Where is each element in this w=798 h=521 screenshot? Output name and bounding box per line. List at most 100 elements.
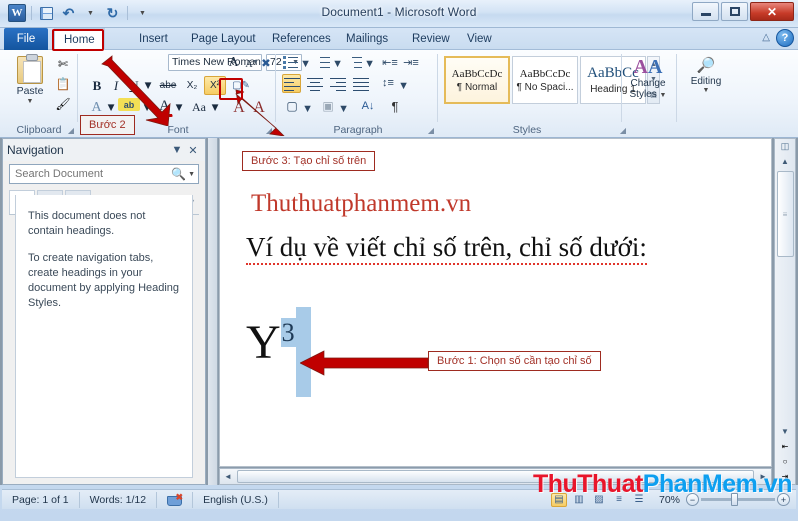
maximize-button[interactable] [721, 2, 748, 21]
cut-icon[interactable]: ✄ [54, 55, 72, 72]
italic-button[interactable]: I [108, 76, 124, 95]
tab-insert[interactable]: Insert [130, 28, 177, 50]
text-effects-icon[interactable]: ▢✎ [230, 76, 252, 95]
justify-icon[interactable] [351, 74, 370, 93]
increase-indent-icon[interactable]: ⇥≡ [402, 53, 420, 71]
strikethrough-button[interactable]: abe [156, 76, 180, 95]
font-dialog-launcher[interactable]: ◢ [266, 126, 272, 135]
align-left-icon[interactable] [282, 74, 301, 93]
scroll-down-icon[interactable]: ▼ [776, 424, 794, 439]
font-color-button[interactable]: A [156, 98, 173, 117]
paragraph-dialog-launcher[interactable]: ◢ [428, 126, 434, 135]
shading-icon[interactable]: ▢ [282, 97, 302, 115]
previous-page-icon[interactable]: ⇤ [777, 439, 793, 454]
tab-page-layout[interactable]: Page Layout [182, 28, 265, 50]
highlight-dropdown-icon[interactable]: ▼ [141, 98, 152, 117]
change-styles-button[interactable]: AA Change Styles ▼ [624, 56, 672, 116]
decrease-indent-icon[interactable]: ⇤≡ [381, 53, 399, 71]
multilevel-list-icon[interactable] [346, 53, 364, 71]
line-spacing-icon[interactable]: ↕≡ [378, 74, 398, 92]
select-browse-object-icon[interactable]: ○ [777, 454, 793, 469]
chevron-up-icon[interactable]: △ [762, 32, 770, 43]
group-clipboard: Paste ▼ ✄ 📋 🖌 Clipboard ◢ [0, 50, 78, 138]
underline-dropdown-icon[interactable]: ▼ [142, 76, 153, 95]
shrink-font-button[interactable]: A [242, 55, 256, 74]
split-bar-icon[interactable]: ◫ [776, 139, 794, 154]
numbering-icon[interactable] [314, 53, 332, 71]
document-formula: Y3 [246, 316, 296, 369]
status-language[interactable]: English (U.S.) [193, 491, 279, 508]
align-center-icon[interactable] [305, 74, 324, 93]
superscript-button[interactable]: X² [204, 76, 226, 95]
help-icon[interactable]: ? [776, 29, 794, 47]
borders-dropdown-icon[interactable]: ▼ [338, 100, 349, 118]
line-spacing-dropdown-icon[interactable]: ▼ [398, 77, 409, 95]
sort-icon[interactable]: A↓ [358, 97, 378, 115]
font-color-dropdown-icon[interactable]: ▼ [173, 98, 184, 117]
character-shading-icon[interactable]: A [250, 98, 268, 117]
document-page[interactable]: Thuthuatphanmem.vn Ví dụ về viết chỉ số … [219, 138, 772, 467]
numbering-dropdown-icon[interactable]: ▼ [332, 55, 343, 73]
show-formatting-marks-icon[interactable]: ¶ [386, 97, 404, 115]
subscript-button[interactable]: X₂ [182, 76, 202, 95]
editing-dropdown-icon[interactable]: ▼ [703, 87, 710, 94]
minimize-button[interactable] [692, 2, 719, 21]
editing-button[interactable]: 🔎 Editing ▼ [683, 56, 729, 116]
highlight-button[interactable]: ab [118, 98, 140, 111]
group-styles: AaBbCcDc ¶ Normal AaBbCcDc ¶ No Spaci...… [440, 50, 674, 138]
style-no-spacing[interactable]: AaBbCcDc ¶ No Spaci... [512, 56, 578, 104]
status-page[interactable]: Page: 1 of 1 [2, 491, 80, 508]
tab-view[interactable]: View [458, 28, 501, 50]
annotation-step-3: Bước 3: Tạo chỉ số trên [242, 151, 376, 171]
document-area: Thuthuatphanmem.vn Ví dụ về viết chỉ số … [208, 138, 772, 485]
clear-formatting-icon[interactable]: ✖ [258, 53, 274, 72]
format-painter-icon[interactable]: 🖌 [54, 95, 72, 112]
style-normal[interactable]: AaBbCcDc ¶ Normal [444, 56, 510, 104]
tab-references[interactable]: References [263, 28, 340, 50]
multilevel-dropdown-icon[interactable]: ▼ [364, 55, 375, 73]
change-case-dropdown-icon[interactable]: ▼ [209, 98, 220, 117]
close-icon[interactable]: ✕ [185, 144, 201, 157]
borders-icon[interactable]: ▣ [318, 97, 338, 115]
arrow-to-selection-icon [300, 350, 429, 376]
underline-button[interactable]: U [126, 76, 142, 95]
paste-dropdown-icon[interactable]: ▼ [27, 98, 34, 105]
formula-base: Y [246, 316, 281, 369]
search-input[interactable] [13, 167, 170, 181]
search-options-dropdown-icon[interactable]: ▼ [188, 171, 195, 178]
site-watermark: ThuThuatPhanMem.vn [533, 470, 793, 499]
annotation-step-2: Bước 2 [80, 115, 135, 135]
copy-icon[interactable]: 📋 [54, 75, 72, 92]
scroll-up-icon[interactable]: ▲ [776, 154, 794, 169]
proofing-errors-icon[interactable] [157, 491, 194, 508]
window-title: Document1 - Microsoft Word [321, 5, 477, 19]
tab-file[interactable]: File [4, 28, 48, 50]
group-label-clipboard: Clipboard [16, 124, 62, 136]
vertical-scroll-thumb[interactable]: ≡ [776, 171, 794, 257]
character-border-icon[interactable]: A [230, 98, 248, 117]
navigation-message-1: This document does not contain headings. [28, 210, 146, 237]
bullets-icon[interactable] [282, 53, 300, 71]
vertical-scrollbar[interactable]: ◫ ▲ ≡ ▼ ⇤ ○ ⇥ [774, 138, 796, 485]
styles-dialog-launcher[interactable]: ◢ [620, 126, 626, 135]
search-input-wrap[interactable]: 🔍 ▼ [9, 164, 199, 184]
style-preview: AaBbCcDc [519, 67, 571, 80]
ribbon-tabs: File Home Insert Page Layout References … [0, 28, 798, 51]
bullets-dropdown-icon[interactable]: ▼ [300, 55, 311, 73]
shading-dropdown-icon[interactable]: ▼ [302, 100, 313, 118]
search-icon[interactable]: 🔍 [169, 167, 188, 181]
paste-button[interactable]: Paste ▼ [8, 54, 52, 116]
change-case-button[interactable]: Aa [188, 98, 210, 117]
grow-font-button[interactable]: A [226, 53, 241, 72]
status-words[interactable]: Words: 1/12 [80, 491, 158, 508]
clipboard-dialog-launcher[interactable]: ◢ [68, 126, 74, 135]
navigation-header: Navigation ▼ ✕ [3, 139, 205, 161]
align-right-icon[interactable] [328, 74, 347, 93]
tab-mailings[interactable]: Mailings [337, 28, 397, 50]
scroll-left-icon[interactable]: ◄ [220, 472, 236, 481]
tab-review[interactable]: Review [403, 28, 459, 50]
bold-button[interactable]: B [88, 76, 106, 95]
chevron-down-icon[interactable]: ▼ [169, 144, 185, 156]
close-button[interactable]: ✕ [750, 2, 794, 21]
annotation-step-1: Bước 1: Chọn số cần tạo chỉ số [428, 351, 601, 371]
